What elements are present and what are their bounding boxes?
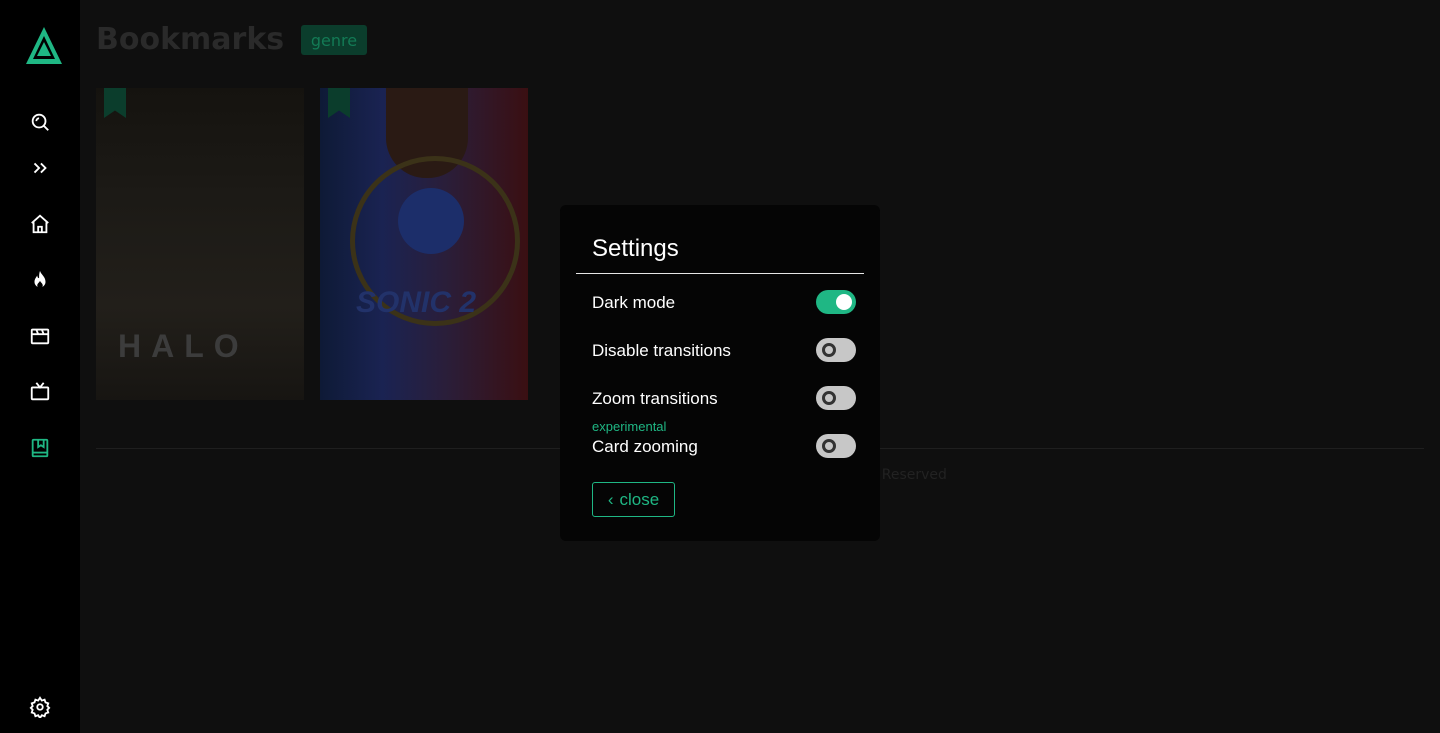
dark-mode-toggle[interactable] bbox=[816, 290, 856, 314]
page-title: Bookmarks bbox=[96, 22, 285, 57]
toggle-knob bbox=[822, 439, 836, 453]
home-icon[interactable] bbox=[28, 212, 52, 236]
settings-modal: Settings Dark mode Disable transitions Z… bbox=[560, 205, 880, 541]
chevrons-right-icon[interactable] bbox=[28, 156, 52, 180]
poster-title-art: SONIC 2 bbox=[356, 286, 477, 319]
zoom-transitions-toggle[interactable] bbox=[816, 386, 856, 410]
setting-label-zoom-transitions: Zoom transitions bbox=[592, 389, 718, 408]
settings-title: Settings bbox=[592, 235, 679, 262]
genre-badge[interactable]: genre bbox=[301, 25, 367, 55]
bookmark-card-sonic[interactable]: SONIC 2 bbox=[320, 88, 528, 400]
card-zooming-toggle[interactable] bbox=[816, 434, 856, 458]
gear-icon[interactable] bbox=[28, 695, 52, 719]
footer-copyright: s Reserved bbox=[870, 467, 947, 483]
bookmark-card-halo[interactable]: HALO bbox=[96, 88, 304, 400]
flame-icon[interactable] bbox=[28, 268, 52, 292]
settings-divider bbox=[576, 273, 864, 274]
poster-art bbox=[398, 188, 464, 254]
bookmark-book-icon[interactable] bbox=[28, 436, 52, 460]
toggle-knob bbox=[822, 391, 836, 405]
experimental-note: experimental bbox=[592, 419, 667, 434]
close-button[interactable]: ‹ close bbox=[592, 482, 675, 517]
close-button-label: close bbox=[619, 489, 660, 509]
bookmark-ribbon-icon bbox=[104, 88, 126, 118]
disable-transitions-toggle[interactable] bbox=[816, 338, 856, 362]
toggle-knob bbox=[822, 343, 836, 357]
app-logo-icon[interactable] bbox=[25, 26, 63, 66]
poster-title-art: HALO bbox=[118, 328, 249, 364]
tv-icon[interactable] bbox=[28, 380, 52, 404]
setting-label-disable-transitions: Disable transitions bbox=[592, 341, 731, 360]
chevron-left-icon: ‹ bbox=[607, 489, 614, 509]
toggle-knob bbox=[836, 294, 852, 310]
bookmark-ribbon-icon bbox=[328, 88, 350, 118]
clapperboard-icon[interactable] bbox=[28, 324, 52, 348]
sidebar bbox=[0, 0, 80, 733]
search-icon[interactable] bbox=[28, 110, 52, 134]
setting-label-card-zooming: Card zooming bbox=[592, 437, 698, 456]
setting-label-dark-mode: Dark mode bbox=[592, 293, 676, 312]
